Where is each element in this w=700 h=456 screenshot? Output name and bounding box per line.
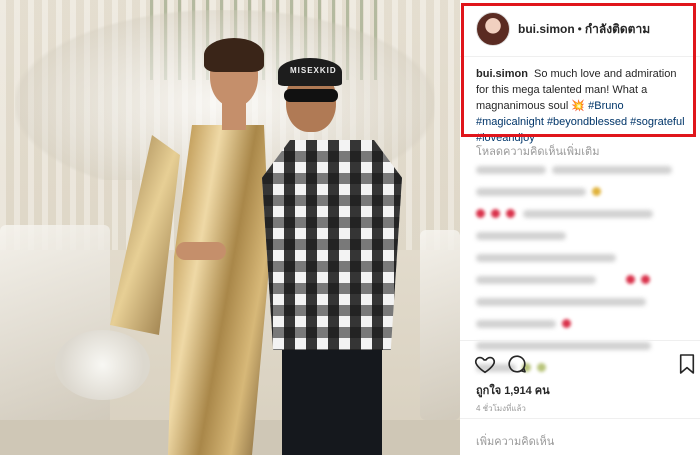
comment-row — [476, 248, 690, 267]
woman-arm — [176, 242, 226, 260]
caption-username[interactable]: bui.simon — [476, 68, 528, 80]
blurred-emoji — [476, 209, 485, 218]
comment-row — [476, 182, 690, 201]
blurred-emoji — [491, 209, 500, 218]
blurred-emoji — [562, 319, 571, 328]
blurred-emoji — [592, 187, 601, 196]
man-sunglasses — [284, 89, 338, 102]
action-bar: ถูกใจ 1,914 คน — [460, 340, 700, 399]
man-plaid-shirt — [262, 140, 402, 350]
comment-icon[interactable] — [506, 353, 528, 375]
man-cap-text: MISEXKID — [290, 66, 337, 75]
blurred-comment-text — [476, 275, 596, 284]
woman-hair — [204, 38, 264, 72]
blurred-emoji — [641, 275, 650, 284]
post-caption: bui.simon So much love and admiration fo… — [476, 66, 688, 146]
header-separator: • — [577, 22, 582, 36]
like-count[interactable]: ถูกใจ 1,914 คน — [476, 381, 550, 399]
hashtag-beyondblessed[interactable]: #beyondblessed — [547, 116, 627, 128]
blurred-comment-text — [476, 187, 586, 196]
add-comment-placeholder: เพิ่มความคิดเห็น — [476, 436, 555, 448]
hashtag-magicalnight[interactable]: #magicalnight — [476, 116, 544, 128]
white-flowers — [55, 330, 150, 400]
comment-row — [476, 226, 690, 245]
post-header: bui.simon • กำลังติดตาม — [460, 0, 700, 57]
hashtag-bruno[interactable]: #Bruno — [588, 100, 623, 112]
blurred-comment-text — [523, 209, 653, 218]
blurred-comment-text — [476, 319, 556, 328]
blurred-comment-username — [476, 165, 546, 174]
header-username[interactable]: bui.simon — [518, 22, 575, 36]
post-photo[interactable]: MISEXKID — [0, 0, 460, 455]
comment-row — [476, 314, 690, 333]
header-text: bui.simon • กำลังติดตาม — [518, 20, 650, 39]
hashtag-sograteful[interactable]: #sograteful — [630, 116, 684, 128]
blurred-emoji — [506, 209, 515, 218]
blurred-comment-text — [476, 231, 566, 240]
following-button[interactable]: กำลังติดตาม — [585, 22, 650, 36]
blurred-comment-text — [552, 165, 672, 174]
bookmark-icon[interactable] — [678, 353, 696, 375]
post-timestamp: 4 ชั่วโมงที่แล้ว — [476, 404, 526, 413]
ice-sculpture-right — [420, 230, 460, 420]
load-more-comments-link[interactable]: โหลดความคิดเห็นเพิ่มเติม — [476, 142, 599, 160]
blurred-comment-text — [476, 297, 646, 306]
add-comment-field[interactable]: เพิ่มความคิดเห็น — [460, 418, 700, 456]
heart-icon[interactable] — [474, 353, 496, 375]
comment-row — [476, 292, 690, 311]
blurred-comment-text — [476, 253, 616, 262]
man-pants — [282, 345, 382, 455]
comment-row — [476, 160, 690, 179]
comment-row — [476, 270, 690, 289]
avatar[interactable] — [476, 12, 510, 46]
post-sidebar: bui.simon • กำลังติดตาม bui.simon So much … — [460, 0, 700, 455]
comment-row — [476, 204, 690, 223]
blurred-emoji — [626, 275, 635, 284]
caption-emoji: 💥 — [571, 100, 586, 112]
